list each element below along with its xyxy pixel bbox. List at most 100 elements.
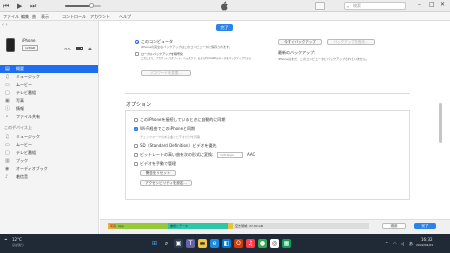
auto-sync-checkbox[interactable] [134,118,138,122]
tv-icon: ▢ [5,90,10,96]
close-icon[interactable]: ✕ [440,1,445,9]
book-icon: ▥ [5,158,10,164]
sidebar-item-info[interactable]: ⓘ 情報 [0,105,98,113]
rewind-icon[interactable]: ⏮ [3,2,9,10]
sidebar-item-label: オーディオブック [16,166,48,171]
weather-temp[interactable]: 12°C [12,237,22,242]
sidebar: ‹ › iPhone 128GB 71% ⏏ ▤ 概要 ♫ ミュージック ▭ ム… [0,21,99,234]
capacity-segment-documents: 書類とデータ [168,223,228,229]
menu-bar: ファイル 編集 曲 表示 コントロール アカウント ヘルプ [0,12,450,21]
sidebar-item-file-sharing[interactable]: ⚬ ファイル共有 [0,113,98,121]
menu-song[interactable]: 曲 [32,14,36,19]
back-forward-icon[interactable]: ‹ › [2,22,8,28]
menu-file[interactable]: ファイル [3,14,19,19]
volume-knob[interactable] [89,3,94,8]
backup-this-computer-radio[interactable] [135,40,139,44]
itunes-icon[interactable]: ♫ [246,239,255,248]
search-taskbar-icon[interactable]: ⌕ [162,239,171,248]
volume-fill [65,5,91,7]
sidebar-item-device-audiobooks[interactable]: ◉ オーディオブック [0,165,98,173]
apple-logo-icon [221,1,228,11]
sidebar-item-music[interactable]: ♫ ミュージック [0,73,98,81]
wifi-sync-checkbox[interactable] [134,127,138,131]
apply-button[interactable]: 適用 [382,223,406,229]
sidebar-item-device-tv[interactable]: ▢ テレビ番組 [0,149,98,157]
encrypt-backup-desc: これにより、アカウントパスワード、ヘルスケア、およびHomeKitのデータをバッ… [141,57,251,60]
sidebar-item-device-books[interactable]: ▥ ブック [0,157,98,165]
done-top-button[interactable]: 完了 [216,24,233,31]
sheets-icon[interactable]: ▦ [282,239,291,248]
sidebar-item-summary[interactable]: ▤ 概要 [0,65,98,73]
latest-backup-title: 最新のバックアップ: [278,50,316,55]
chrome-icon[interactable]: ◎ [270,239,279,248]
sidebar-item-label: 着信音 [16,174,28,179]
sync-checked-label: チェックマークのある曲とビデオだけを同期 [140,135,201,139]
list-view-button[interactable] [315,2,325,10]
folder-icon[interactable]: ▬ [198,239,207,248]
search-input[interactable]: ⌕ 検索 [344,2,406,10]
store-icon[interactable]: ◧ [222,239,231,248]
clock-date[interactable]: 2022/02/01 [416,243,433,248]
sidebar-item-label: ムービー [16,82,32,87]
manual-manage-checkbox[interactable] [134,162,138,166]
eject-icon[interactable]: ⏏ [88,46,92,51]
music-icon: ♫ [5,74,10,80]
battery-percent: 71% [64,47,71,51]
bitrate-value: 128 kbps [220,153,234,157]
volume-slider[interactable] [65,3,101,8]
sd-video-label: SD（Standard Definition）ビデオを優先 [140,143,217,148]
tray-chevron-icon[interactable]: ⌃ [385,241,388,246]
accessibility-button[interactable]: アクセシビリティを設定... [140,180,192,186]
ime-indicator[interactable]: あ [409,241,413,246]
sidebar-item-movies[interactable]: ▭ ムービー [0,81,98,89]
audiobook-icon: ◉ [5,166,10,172]
speaker-icon[interactable]: ◁ [401,241,404,246]
windows-taskbar: ☁ 12°C ほぼ曇り ⊞ ⌕ ▣ T ▬ e ◧ O ♫ ● ◎ ▦ ⌃ ◠ … [0,234,450,253]
play-icon[interactable]: ▶ [17,2,22,10]
convert-bitrate-checkbox[interactable] [134,153,138,157]
wifi-icon[interactable]: ◠ [393,241,397,246]
sidebar-item-tv[interactable]: ▢ テレビ番組 [0,89,98,97]
teams-icon[interactable]: T [186,239,195,248]
convert-bitrate-label: ビットレートの高い曲を次の形式に変換: [140,152,214,157]
menu-view[interactable]: 表示 [41,14,49,19]
device-name: iPhone [22,38,36,43]
encrypt-backup-checkbox[interactable] [135,52,139,56]
sidebar-item-photos[interactable]: ▣ 写真 [0,97,98,105]
photo-icon: ▣ [5,98,10,104]
sidebar-item-label: テレビ番組 [16,150,36,155]
sidebar-item-device-ringtones[interactable]: ♪ 着信音 [0,173,98,181]
tv-icon: ▢ [5,150,10,156]
clock-time[interactable]: 16:32 [421,237,433,242]
office-icon[interactable]: O [234,239,243,248]
menu-help[interactable]: ヘルプ [119,14,131,19]
vertical-scrollbar[interactable] [439,103,442,143]
bitrate-select[interactable]: 128 kbps [217,152,243,158]
app-icon[interactable]: ● [258,239,267,248]
backup-this-computer-desc: iPhoneの完全なバックアップはこのコンピュータに保存されます。 [141,45,232,49]
sidebar-item-label: 情報 [16,106,24,111]
sidebar-item-device-music[interactable]: ♫ ミュージック [0,133,98,141]
backup-now-button[interactable]: 今すぐバックアップ [278,39,322,45]
menu-account[interactable]: アカウント [90,14,110,19]
menu-controls[interactable]: コントロール [62,14,86,19]
sidebar-item-label: 写真 [16,98,24,103]
weather-icon[interactable]: ☁ [4,237,8,242]
sd-video-checkbox[interactable] [134,144,138,148]
fast-forward-icon[interactable]: ⏭ [30,2,36,10]
maximize-icon[interactable]: □ [429,1,435,9]
minimize-icon[interactable]: – [418,1,421,9]
edge-icon[interactable]: e [210,239,219,248]
restore-backup-button[interactable]: バックアップを復元... [327,39,375,45]
task-view-icon[interactable]: ▣ [174,239,183,248]
auto-sync-label: このiPhoneを接続しているときに自動的に同期 [140,117,226,122]
reset-warnings-button[interactable]: 警告をリセット [140,170,176,176]
menu-edit[interactable]: 編集 [21,14,29,19]
start-icon[interactable]: ⊞ [150,239,159,248]
movie-icon: ▭ [5,82,10,88]
search-placeholder: 検索 [353,3,361,8]
on-device-header: このデバイス上 [4,125,32,130]
sidebar-item-device-movies[interactable]: ▭ ムービー [0,141,98,149]
done-button[interactable]: 完了 [414,223,436,229]
change-password-button[interactable]: パスワードを変更... [141,70,191,76]
